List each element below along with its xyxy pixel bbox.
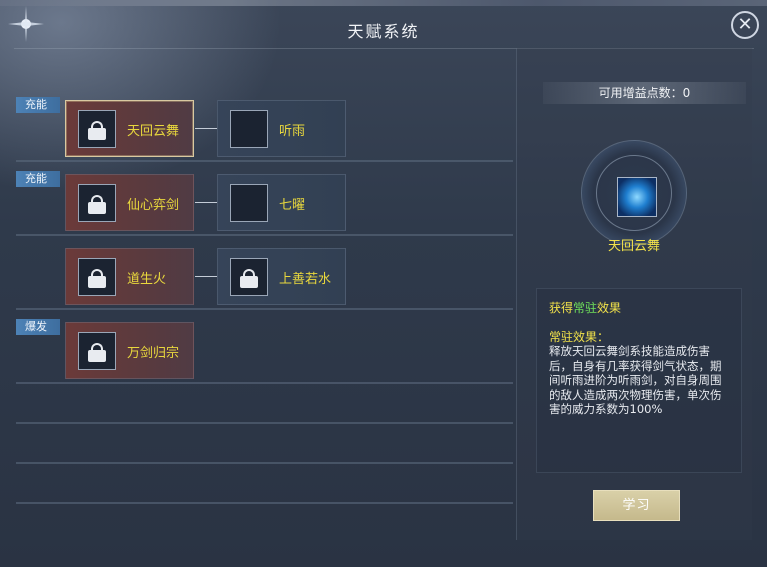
- window-title: 天赋系统: [347, 22, 420, 41]
- skill-icon: [230, 184, 268, 222]
- talent-row-empty: [16, 466, 513, 504]
- skill-card-qiyao[interactable]: 七曜: [217, 174, 346, 231]
- effect-heading-suffix: 效果: [597, 301, 622, 315]
- talent-row-tag: 充能: [16, 171, 60, 187]
- skill-name: 万剑归宗: [127, 346, 180, 361]
- skill-name: 天回云舞: [127, 124, 180, 139]
- effect-heading-prefix: 获得: [549, 301, 574, 315]
- skill-card-wanjianguizong[interactable]: 万剑归宗: [65, 322, 194, 379]
- skill-card-tingyu[interactable]: 听雨: [217, 100, 346, 157]
- talent-tree-panel: 充能 天回云舞 ✔ 听雨 充能 仙心弈剑 七曜: [16, 88, 513, 540]
- talent-row-4: 爆发 万剑归宗: [16, 310, 513, 384]
- skill-name: 七曜: [279, 198, 306, 213]
- lock-icon: [240, 269, 258, 288]
- lock-icon: [88, 195, 106, 214]
- talent-row-tag: 爆发: [16, 319, 60, 335]
- effect-type-heading: 获得常驻效果: [549, 299, 729, 316]
- lock-icon: [88, 121, 106, 140]
- skill-icon: [78, 184, 116, 222]
- close-button[interactable]: ✕: [731, 11, 759, 39]
- connector-line: [195, 128, 217, 129]
- effect-heading-highlight: 常驻: [573, 301, 598, 315]
- talent-row-1: 充能 天回云舞 ✔ 听雨: [16, 88, 513, 162]
- available-points-label: 可用增益点数：0: [543, 82, 746, 104]
- talent-row-empty: [16, 386, 513, 424]
- learn-button[interactable]: 学习: [593, 490, 680, 521]
- skill-card-daoshenghuo[interactable]: 道生火: [65, 248, 194, 305]
- lock-icon: [88, 343, 106, 362]
- talent-row-tag: 充能: [16, 97, 60, 113]
- skill-card-tianhuiyunwu[interactable]: 天回云舞 ✔: [65, 100, 256, 157]
- connector-line: [195, 202, 217, 203]
- effect-label: 常驻效果：: [549, 330, 610, 344]
- skill-name: 听雨: [279, 124, 306, 139]
- skill-card-xianxinyijian[interactable]: 仙心弈剑: [65, 174, 194, 231]
- skill-name: 道生火: [127, 272, 167, 287]
- selected-skill-title: 天回云舞: [607, 239, 660, 254]
- top-strip: [0, 0, 767, 6]
- skill-icon: [78, 332, 116, 370]
- skill-icon: [78, 110, 116, 148]
- skill-name: 上善若水: [279, 272, 332, 287]
- lock-icon: [88, 269, 106, 288]
- talent-row-2: 充能 仙心弈剑 七曜: [16, 162, 513, 236]
- skill-icon: [230, 258, 268, 296]
- skill-icon: [78, 258, 116, 296]
- skill-icon: [230, 110, 268, 148]
- skill-description-box: 获得常驻效果 常驻效果： 释放天回云舞剑系技能造成伤害后，自身有几率获得剑气状态…: [536, 288, 742, 473]
- skill-card-shangshanruoshui[interactable]: 上善若水: [217, 248, 346, 305]
- connector-line: [195, 276, 217, 277]
- swirl-skill-icon: [617, 177, 657, 217]
- talent-row-empty: [16, 426, 513, 464]
- skill-name: 仙心弈剑: [127, 198, 180, 213]
- effect-description: 释放天回云舞剑系技能造成伤害后，自身有几率获得剑气状态，期间听雨进阶为听雨剑，对…: [549, 344, 722, 416]
- talent-row-3: 道生火 上善若水: [16, 236, 513, 310]
